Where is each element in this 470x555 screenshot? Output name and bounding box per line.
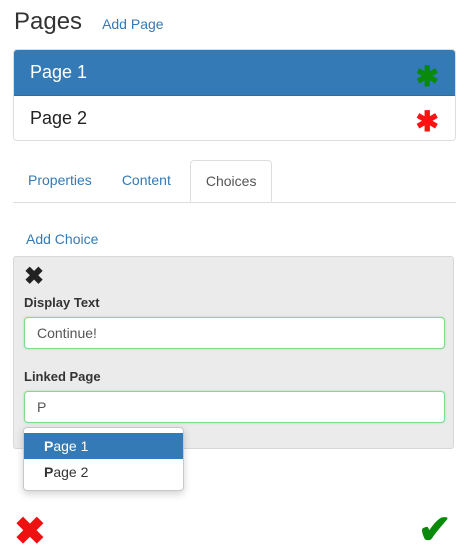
- choice-panel: ✖ Display Text Linked Page: [13, 256, 454, 449]
- green-asterisk-icon: ✱: [415, 60, 439, 92]
- suggestion-page-1[interactable]: Page 1: [24, 433, 183, 459]
- green-check-icon[interactable]: ✔: [418, 510, 452, 550]
- header: Pages Add Page: [14, 8, 164, 36]
- linked-page-suggestions: Page 1 Page 2: [23, 427, 184, 491]
- suggestion-page-2[interactable]: Page 2: [24, 459, 183, 485]
- add-page-link[interactable]: Add Page: [102, 16, 164, 32]
- tab-bar: Properties Content Choices: [13, 160, 456, 203]
- suggestion-rest: age 1: [53, 438, 89, 454]
- page-title: Pages: [14, 8, 83, 35]
- close-icon[interactable]: ✖: [24, 265, 44, 289]
- tab-content[interactable]: Content: [107, 160, 186, 201]
- suggestion-rest: age 2: [53, 464, 89, 480]
- pages-list: Page 1 ✱ Page 2 ✱: [13, 49, 456, 141]
- page-item-1[interactable]: Page 1 ✱: [14, 50, 455, 96]
- red-x-icon[interactable]: ✖: [14, 513, 46, 551]
- linked-page-input[interactable]: [24, 391, 445, 423]
- red-asterisk-icon: ✱: [415, 106, 439, 137]
- display-text-label: Display Text: [24, 295, 100, 310]
- add-choice-link[interactable]: Add Choice: [26, 231, 98, 247]
- tab-choices[interactable]: Choices: [189, 160, 273, 202]
- page-item-label: Page 2: [30, 107, 88, 128]
- linked-page-label: Linked Page: [24, 369, 101, 384]
- page-item-label: Page 1: [30, 62, 88, 82]
- suggestion-match: P: [44, 438, 54, 454]
- suggestion-match: P: [44, 464, 54, 480]
- tab-properties[interactable]: Properties: [13, 160, 107, 201]
- display-text-input[interactable]: [24, 317, 445, 349]
- page-item-2[interactable]: Page 2 ✱: [14, 96, 455, 140]
